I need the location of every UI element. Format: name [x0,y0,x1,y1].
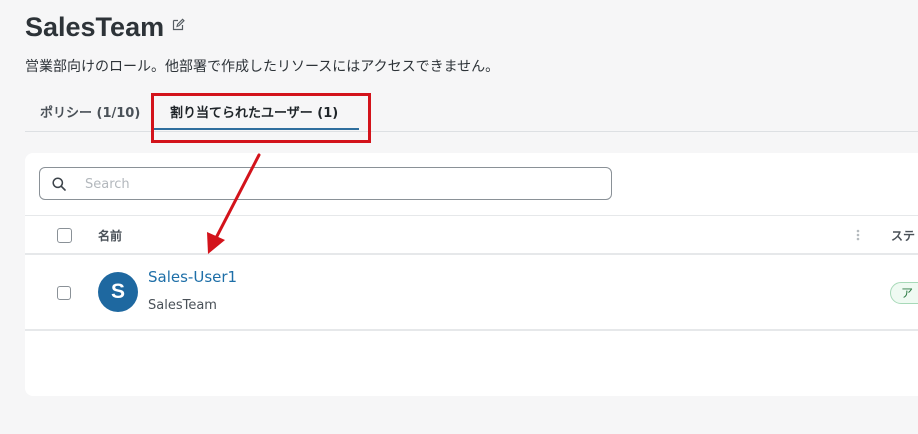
status-badge: ア [890,282,918,304]
column-header-status[interactable]: ステ [891,227,915,244]
page-title: SalesTeam [25,12,185,43]
sort-icon[interactable] [854,228,862,242]
users-card: 名前 ステ S Sales-User1 SalesTeam ア [25,153,918,396]
search-box [39,167,612,200]
select-all-checkbox[interactable] [57,228,72,243]
role-title: SalesTeam [25,12,165,42]
table-header: 名前 ステ [25,215,918,255]
search-icon [52,177,66,191]
search-input[interactable] [85,172,585,196]
row-checkbox[interactable] [57,286,71,300]
table-row: S Sales-User1 SalesTeam ア [25,255,918,331]
role-description: 営業部向けのロール。他部署で作成したリソースにはアクセスできません。 [25,59,500,75]
user-group: SalesTeam [148,298,217,313]
avatar: S [98,272,138,312]
edit-icon[interactable] [172,18,185,31]
user-name-link[interactable]: Sales-User1 [148,268,237,286]
column-header-name[interactable]: 名前 [98,227,122,244]
tab-policies[interactable]: ポリシー (1/10) [40,90,140,132]
annotation-highlight-box [151,93,371,143]
